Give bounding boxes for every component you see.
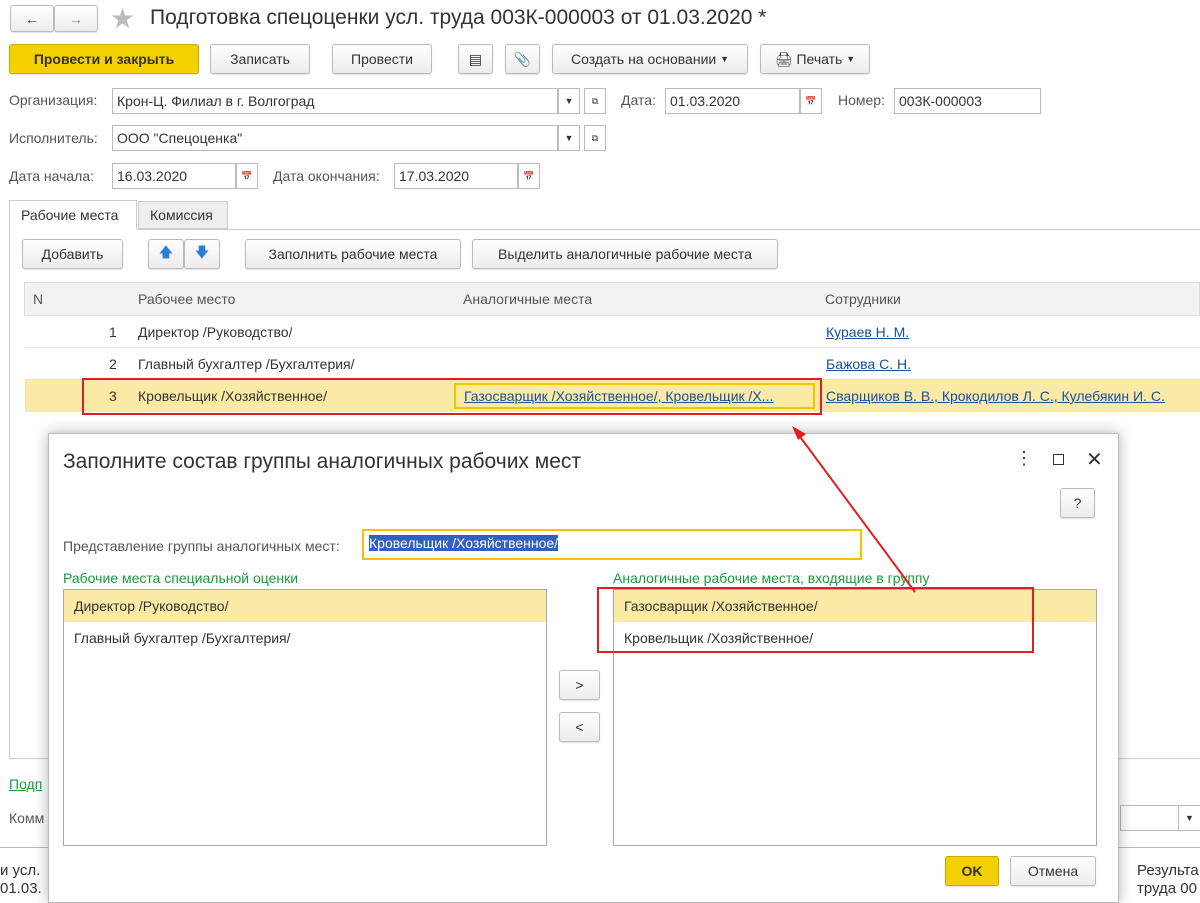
annotation-arrow xyxy=(792,426,916,593)
